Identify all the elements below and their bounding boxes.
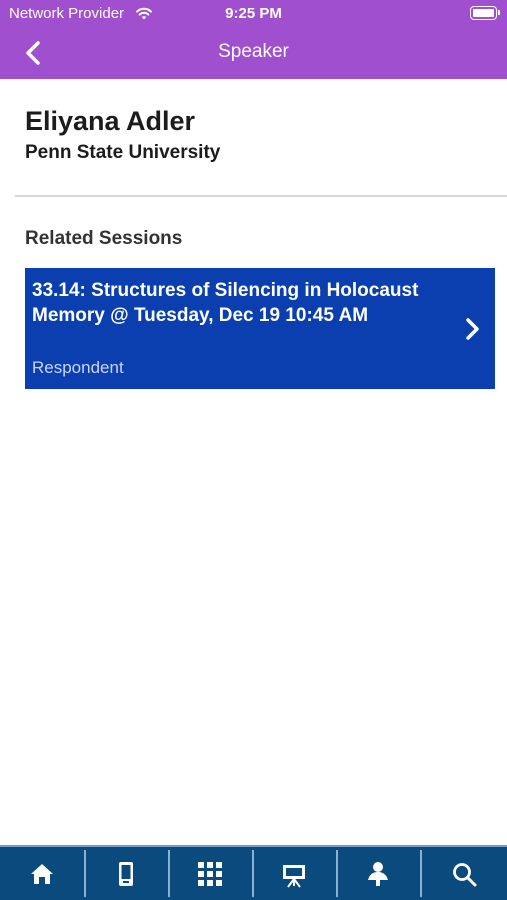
tab-search[interactable]	[420, 847, 507, 900]
tab-speakers[interactable]	[336, 847, 420, 900]
speaker-person-icon	[368, 861, 388, 886]
tab-home[interactable]	[0, 847, 84, 900]
home-icon	[31, 863, 53, 884]
tab-grid[interactable]	[168, 847, 252, 900]
related-session-item[interactable]: 33.14: Structures of Silencing in Holoca…	[25, 268, 495, 389]
mobile-device-icon	[119, 861, 133, 886]
session-role: Respondent	[32, 358, 124, 377]
bottom-tab-bar	[0, 845, 507, 900]
speaker-name: Eliyana Adler	[25, 106, 196, 136]
battery-icon	[470, 6, 500, 20]
header-bar: Network Provider 9:25 PM Speaker	[0, 0, 507, 79]
tab-mobile[interactable]	[84, 847, 168, 900]
section-divider	[15, 195, 507, 197]
chevron-right-icon	[466, 318, 479, 340]
status-time: 9:25 PM	[225, 5, 282, 22]
speaker-organization: Penn State University	[25, 142, 221, 163]
status-bar: Network Provider 9:25 PM	[0, 0, 507, 28]
search-icon	[452, 862, 476, 886]
session-title: 33.14: Structures of Silencing in Holoca…	[32, 280, 419, 326]
presentation-easel-icon	[283, 864, 305, 888]
page-title: Speaker	[218, 41, 289, 62]
grid-icon	[198, 861, 222, 886]
tab-presentation[interactable]	[252, 847, 336, 900]
related-sessions-heading: Related Sessions	[25, 228, 183, 249]
